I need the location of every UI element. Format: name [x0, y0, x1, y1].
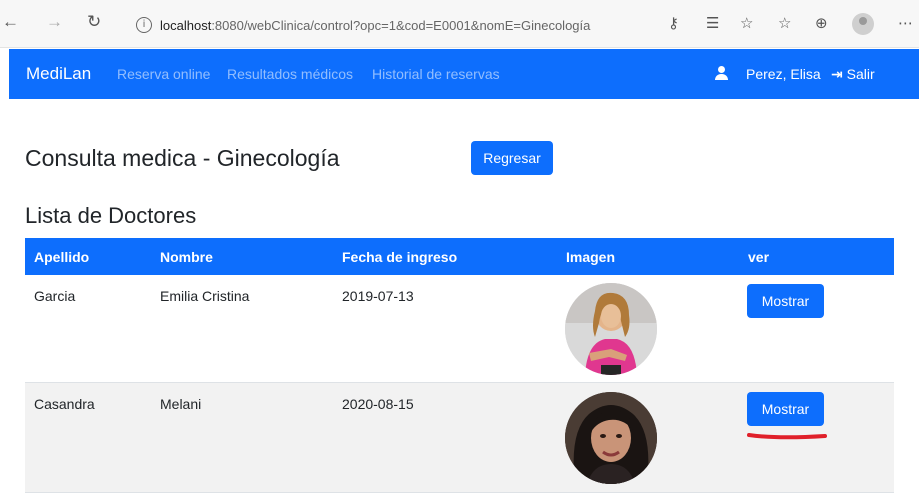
cell-apellido: Casandra — [34, 396, 95, 412]
table-row: Garcia Emilia Cristina 2019-07-13 Mostra… — [25, 275, 894, 383]
user-icon — [714, 66, 728, 80]
col-ver: ver — [748, 249, 770, 265]
cell-apellido: Garcia — [34, 288, 76, 304]
key-icon[interactable]: ⚷ — [668, 13, 679, 33]
brand-link[interactable]: MediLan — [26, 64, 91, 84]
cell-fecha: 2019-07-13 — [342, 288, 414, 304]
doctor-photo-image — [565, 392, 657, 484]
navbar: MediLan Reserva online Resultados médico… — [9, 49, 919, 99]
logout-link[interactable]: ⇥ Salir — [831, 66, 875, 83]
nav-link-historial[interactable]: Historial de reservas — [372, 66, 500, 82]
section-title: Lista de Doctores — [25, 203, 197, 228]
doctor-photo — [565, 392, 657, 484]
reload-icon[interactable]: ↻ — [87, 12, 101, 32]
col-imagen: Imagen — [566, 249, 616, 265]
show-button[interactable]: Mostrar — [747, 392, 824, 426]
red-underline-annotation — [747, 433, 827, 440]
logout-icon: ⇥ — [831, 67, 843, 83]
col-fecha: Fecha de ingreso — [342, 249, 458, 265]
read-aloud-icon[interactable]: ☰ — [706, 13, 719, 33]
nav-link-resultados[interactable]: Resultados médicos — [227, 66, 353, 82]
collections-icon[interactable]: ⊕ — [815, 13, 828, 33]
favorites-icon[interactable]: ☆ — [778, 13, 791, 33]
browser-toolbar: ← → ↻ i localhost:8080/webClinica/contro… — [0, 0, 919, 48]
site-info-icon[interactable]: i — [136, 17, 152, 33]
table-header: Apellido Nombre Fecha de ingreso Imagen … — [25, 238, 894, 275]
back-button[interactable]: Regresar — [471, 141, 553, 175]
doctor-photo — [565, 283, 657, 375]
cell-nombre: Melani — [160, 396, 202, 412]
back-arrow-icon[interactable]: ← — [2, 12, 19, 32]
user-name[interactable]: Perez, Elisa — [746, 66, 821, 82]
page-title: Consulta medica - Ginecología — [25, 145, 340, 171]
more-icon[interactable]: ⋯ — [898, 13, 913, 33]
add-favorite-icon[interactable]: ☆ — [740, 13, 753, 33]
col-apellido: Apellido — [34, 249, 90, 265]
col-nombre: Nombre — [160, 249, 213, 265]
profile-avatar[interactable] — [852, 13, 874, 35]
nav-link-reserva[interactable]: Reserva online — [117, 66, 210, 82]
show-button[interactable]: Mostrar — [747, 284, 824, 318]
cell-nombre: Emilia Cristina — [160, 288, 250, 304]
doctor-photo-image — [565, 283, 657, 375]
forward-arrow-icon[interactable]: → — [46, 12, 63, 32]
cell-fecha: 2020-08-15 — [342, 396, 414, 412]
